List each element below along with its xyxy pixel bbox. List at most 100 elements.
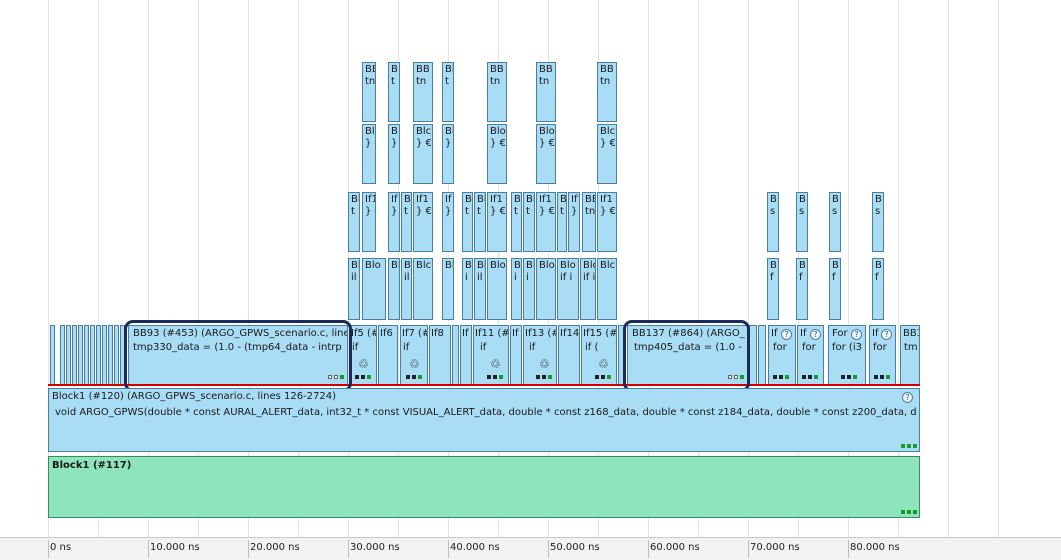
stack-block[interactable]: Blo (362, 258, 386, 320)
stack-block[interactable]: BBtn (582, 192, 596, 252)
thin-block[interactable] (102, 325, 107, 386)
stack-block[interactable]: Blil (474, 258, 486, 320)
stack-block[interactable]: Bt (462, 192, 473, 252)
if13-block[interactable]: If13 (# if ♲ (523, 325, 557, 386)
block-code: t (445, 76, 449, 87)
block-code: } (391, 206, 398, 217)
thin-block[interactable] (60, 325, 65, 386)
stack-block[interactable]: BBtn (536, 62, 556, 122)
thin-block[interactable] (114, 325, 119, 386)
thin-block[interactable] (96, 325, 101, 386)
if5-block[interactable]: If5 (#4 if ♲ (349, 325, 377, 386)
stack-block[interactable]: Blc} € (413, 124, 433, 184)
stack-block[interactable]: Blil (401, 258, 412, 320)
if-block[interactable]: If (460, 325, 472, 386)
stack-block[interactable]: B} (388, 124, 400, 184)
stack-block[interactable]: Bt (557, 192, 567, 252)
stack-block[interactable]: If1} € (413, 192, 433, 252)
if-small-block[interactable] (749, 325, 757, 386)
stack-block[interactable]: Bl (442, 258, 454, 320)
thin-block[interactable] (66, 325, 71, 386)
stack-block[interactable]: Blo (536, 258, 556, 320)
stack-block[interactable]: Bs (872, 192, 884, 252)
thin-block[interactable] (84, 325, 89, 386)
outer-block[interactable]: Block1 (#117) (48, 456, 920, 518)
stack-block[interactable]: Bl} (442, 124, 454, 184)
stack-block[interactable]: BBtn (413, 62, 433, 122)
stack-block[interactable]: Blo} € (536, 124, 556, 184)
stack-block[interactable]: Blc (597, 258, 617, 320)
stack-block[interactable]: Bloif i (557, 258, 579, 320)
stack-block[interactable]: BBtn (597, 62, 617, 122)
stack-block[interactable]: Bs (796, 192, 808, 252)
stack-block[interactable]: If} (388, 192, 400, 252)
if15-block[interactable]: If15 (# if ( ♲ (581, 325, 617, 386)
thin-block[interactable] (78, 325, 83, 386)
for-block[interactable]: For ? for (i3 (828, 325, 866, 386)
if8-block[interactable]: If8 (429, 325, 451, 386)
stack-block[interactable]: BBtn (362, 62, 376, 122)
help-icon[interactable]: ? (781, 329, 792, 340)
stack-block[interactable]: Blt (442, 62, 454, 122)
block-label: Bl (526, 260, 535, 271)
block-code: s (875, 206, 881, 217)
help-icon[interactable]: ? (810, 329, 821, 340)
stack-block[interactable]: Bf (872, 258, 884, 320)
stack-block[interactable]: Blc} € (597, 124, 617, 184)
block-label: Bl (477, 194, 486, 205)
if14-block[interactable]: If14 (558, 325, 580, 386)
bb-last-block[interactable]: BB3 tm (900, 325, 920, 386)
stack-block[interactable]: If1} € (536, 192, 556, 252)
stack-block[interactable]: Bf (829, 258, 841, 320)
help-icon[interactable]: ? (881, 329, 892, 340)
stack-block[interactable]: If1} € (568, 192, 580, 252)
stack-block[interactable]: Bt (388, 62, 400, 122)
stack-block[interactable]: Bloif i (580, 258, 596, 320)
if11-block[interactable]: If11 (# if ♲ (473, 325, 509, 386)
stack-block[interactable]: Bf (767, 258, 779, 320)
if8-title: If8 (431, 328, 444, 339)
stack-block[interactable]: Bs (829, 192, 841, 252)
timeline-canvas[interactable]: BBtn Bt BBtn Blt BBtn BBtn BBtn Blo} € B… (0, 0, 1061, 560)
stack-block[interactable]: Blo (487, 258, 507, 320)
if-title: If (462, 328, 469, 339)
for-block[interactable]: If ? for (768, 325, 796, 386)
if-small-block[interactable] (758, 325, 766, 386)
stack-block[interactable]: Bs (767, 192, 779, 252)
stack-block[interactable]: Blc (413, 258, 433, 320)
stack-block[interactable]: Blt (523, 192, 535, 252)
thin-block[interactable] (72, 325, 77, 386)
if7-block[interactable]: If7 (# if ♲ (400, 325, 428, 386)
stack-block[interactable]: Blo} € (487, 124, 507, 184)
block-code: tn (539, 76, 550, 87)
thin-block[interactable] (108, 325, 113, 386)
stack-block[interactable]: If1} € (597, 192, 617, 252)
function-block[interactable]: Block1 (#120) (ARGO_GPWS_scenario.c, lin… (48, 388, 920, 452)
for-block[interactable]: If ? for (869, 325, 896, 386)
block-code: f (799, 272, 803, 283)
stack-block[interactable]: Blt (474, 192, 486, 252)
thin-block[interactable] (90, 325, 95, 386)
stack-block[interactable]: If} (442, 192, 454, 252)
stack-block[interactable]: Blt (348, 192, 360, 252)
stack-block[interactable]: Blt (401, 192, 412, 252)
thin-block[interactable] (50, 325, 55, 386)
stack-block[interactable]: If1} € (362, 192, 376, 252)
stack-block[interactable]: Bi (462, 258, 473, 320)
help-icon[interactable]: ? (902, 392, 913, 403)
stack-block[interactable]: Bf (796, 258, 808, 320)
for-block[interactable]: If ? for (797, 325, 824, 386)
block-label: B (875, 260, 882, 271)
stack-block[interactable]: If1} € (487, 192, 507, 252)
if-small-block[interactable] (452, 325, 459, 386)
stack-block[interactable]: Bi (511, 258, 522, 320)
stack-block[interactable]: Bl (388, 258, 400, 320)
if-block[interactable]: If (510, 325, 522, 386)
stack-block[interactable]: Blo} € (362, 124, 376, 184)
stack-block[interactable]: Bl i (523, 258, 535, 320)
stack-block[interactable]: Blil (348, 258, 360, 320)
stack-block[interactable]: BBtn (487, 62, 507, 122)
if6-block[interactable]: If6 (378, 325, 398, 386)
help-icon[interactable]: ? (851, 329, 862, 340)
stack-block[interactable]: Bt (511, 192, 522, 252)
